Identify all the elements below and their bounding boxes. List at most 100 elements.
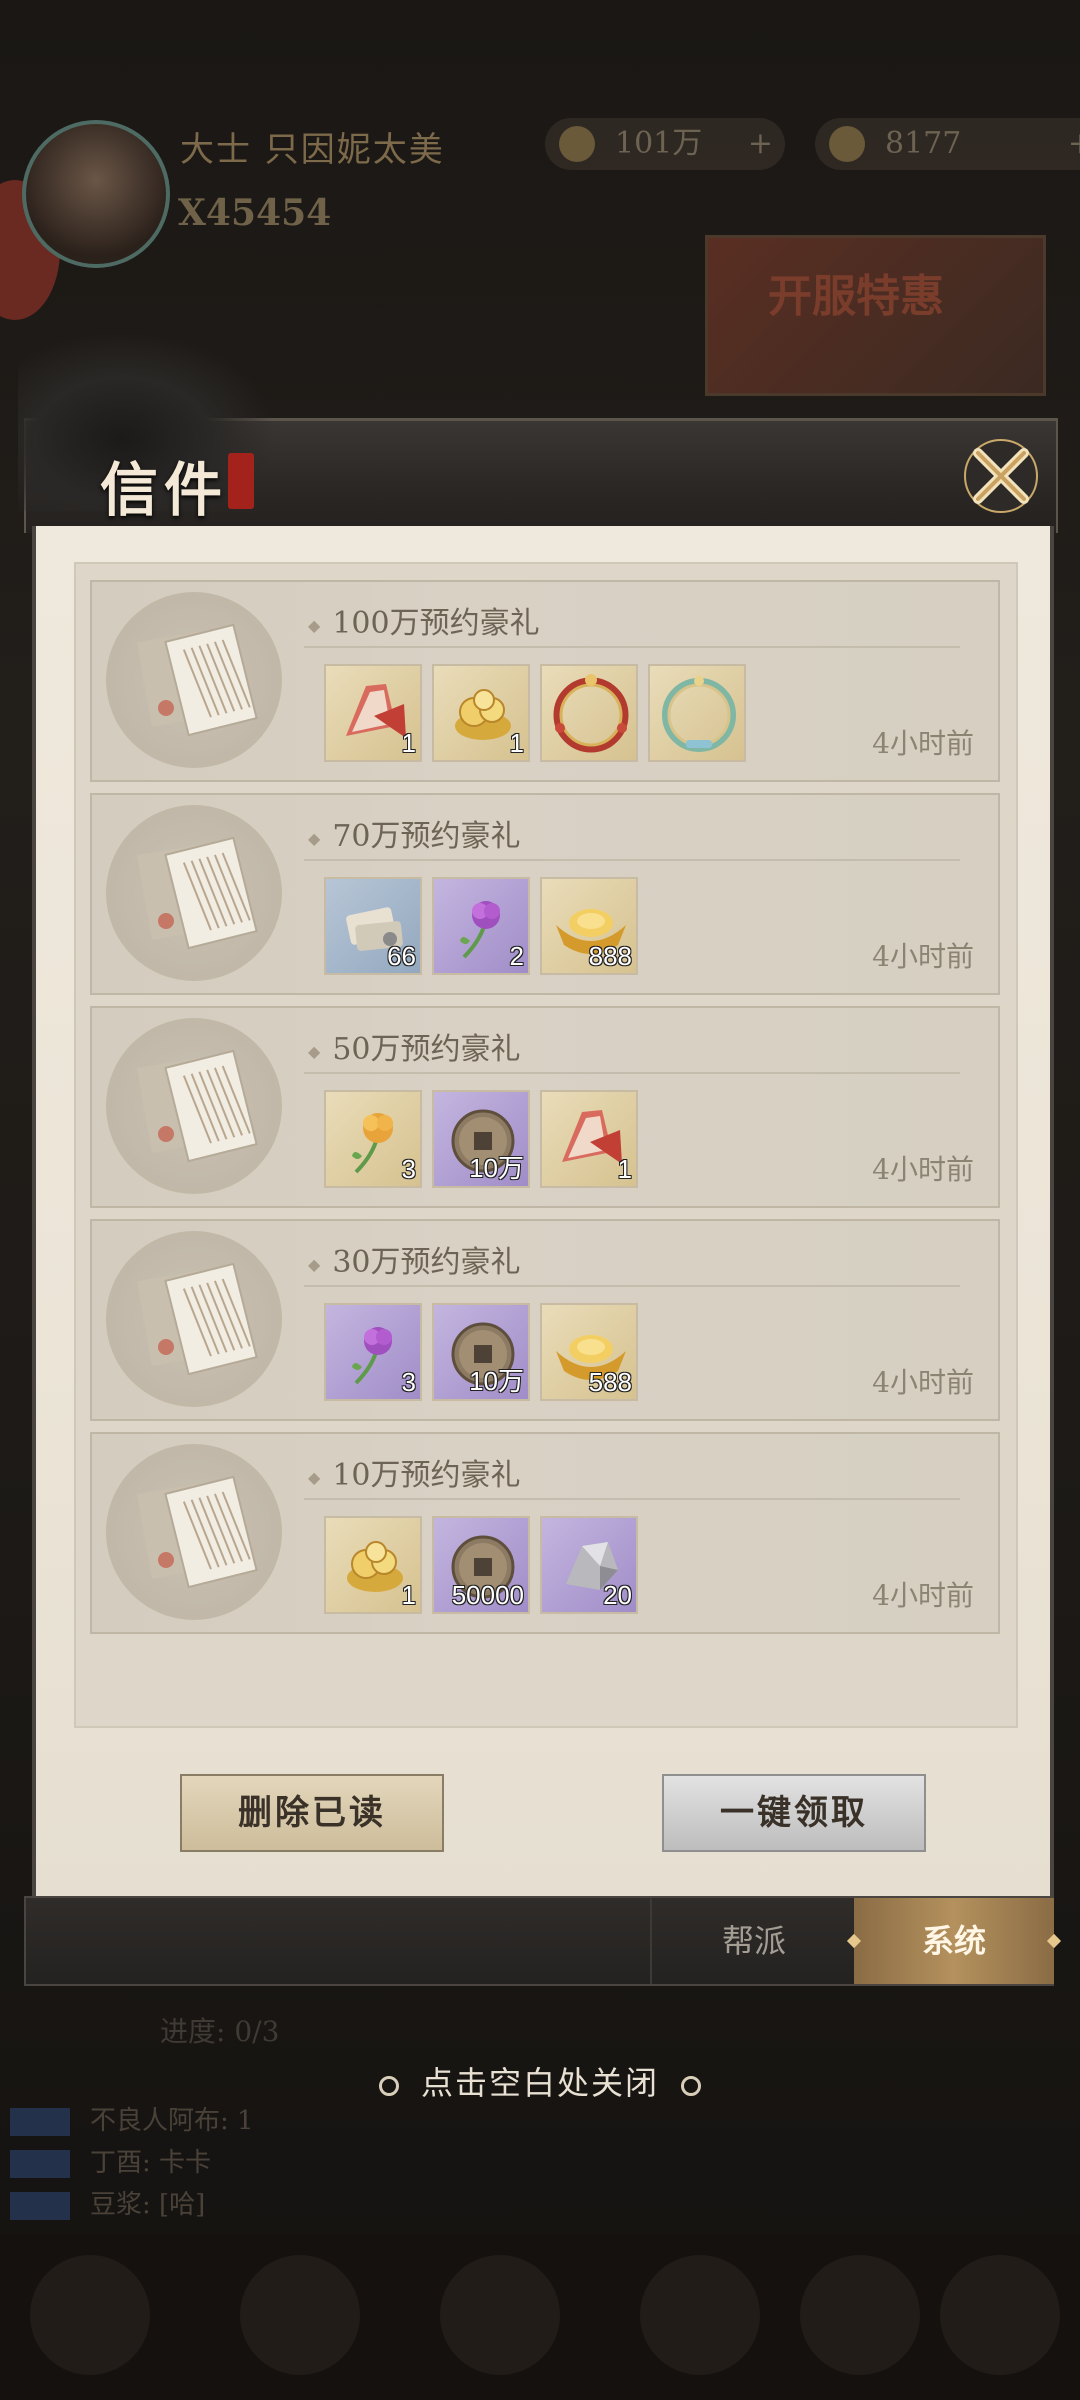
reward-list: 11 (324, 664, 746, 764)
progress-text: 进度: 0/3 (160, 2015, 280, 2048)
plus-icon: + (1068, 118, 1080, 170)
reward-list: 66 2 888 (324, 877, 638, 977)
dialog-title: 信件 (100, 456, 229, 524)
nav-icon (800, 2255, 920, 2375)
mail-dialog: 信件 100万预约豪礼114小时前70万预约豪礼6628884小时前50万预约豪… (18, 331, 1062, 1986)
nav-icon (240, 2255, 360, 2375)
mail-list[interactable]: 100万预约豪礼114小时前70万预约豪礼6628884小时前50万预约豪礼31… (74, 562, 1018, 1728)
reward-count: 1 (509, 728, 524, 758)
tab-faction[interactable]: 帮派 (650, 1898, 856, 1984)
divider (304, 1498, 960, 1500)
close-button[interactable] (960, 435, 1042, 517)
mail-item[interactable]: 50万预约豪礼 3 10万 1 4小时前 (90, 1006, 1000, 1208)
reward-count: 50000 (451, 1580, 524, 1610)
letter-icon (106, 592, 282, 768)
reward-item[interactable]: 20 (540, 1516, 638, 1614)
player-avatar (22, 120, 170, 268)
reward-count: 2 (509, 941, 524, 971)
reward-item[interactable]: 50000 (432, 1516, 530, 1614)
close-hint-text: 点击空白处关闭 (420, 2064, 659, 2102)
letter-icon (106, 1018, 282, 1194)
player-name: 大士 只因妮太美 (180, 130, 445, 170)
mail-item[interactable]: 70万预约豪礼 66 2 888 4小时前 (90, 793, 1000, 995)
mail-title: 10万预约豪礼 (308, 1450, 520, 1494)
reward-item[interactable]: 1 (540, 1090, 638, 1188)
currency-ingot-value: 8177 (885, 126, 962, 161)
reward-list: 1 50000 20 (324, 1516, 638, 1616)
reward-item[interactable] (648, 664, 746, 762)
currency-coin: 101万 + (545, 118, 785, 170)
dialog-header: 信件 (18, 331, 1058, 533)
mail-time: 4小时前 (872, 1366, 974, 1399)
reward-list: 3 10万 1 (324, 1090, 638, 1190)
reward-item[interactable]: 1 (324, 664, 422, 762)
nav-icon (440, 2255, 560, 2375)
currency-ingot: 8177 + (815, 118, 1080, 170)
reward-count: 10万 (469, 1153, 524, 1183)
close-hint[interactable]: 点击空白处关闭 (0, 2058, 1080, 2104)
mail-time: 4小时前 (872, 1153, 974, 1186)
nav-icon (940, 2255, 1060, 2375)
reward-count: 1 (617, 1154, 632, 1184)
mail-time: 4小时前 (872, 727, 974, 760)
reward-count: 3 (401, 1367, 416, 1397)
reward-count: 588 (588, 1367, 632, 1397)
reward-item[interactable]: 3 (324, 1090, 422, 1188)
reward-item[interactable]: 1 (324, 1516, 422, 1614)
divider (304, 859, 960, 861)
chat-list: 不良人阿布: 1 丁酉: 卡卡 豆浆: [哈] (10, 2100, 310, 2226)
letter-icon (106, 805, 282, 981)
red-seal-icon (228, 453, 254, 509)
mail-title: 30万预约豪礼 (308, 1237, 520, 1281)
reward-count: 1 (401, 728, 416, 758)
reward-count: 888 (588, 941, 632, 971)
reward-count: 66 (387, 941, 416, 971)
reward-count: 3 (401, 1154, 416, 1184)
event-banner: 开服特惠 (705, 235, 1046, 396)
ingot-icon (829, 126, 865, 162)
reward-count: 10万 (469, 1366, 524, 1396)
tab-system[interactable]: 系统 (846, 1898, 1062, 1984)
mail-tabbar: 帮派 系统 (24, 1896, 1062, 1986)
reward-item[interactable]: 66 (324, 877, 422, 975)
letter-icon (106, 1231, 282, 1407)
dialog-body: 100万预约豪礼114小时前70万预约豪礼6628884小时前50万预约豪礼31… (32, 526, 1054, 1896)
player-power: X45454 (178, 192, 332, 234)
delete-read-button[interactable]: 删除已读 (180, 1774, 444, 1852)
divider (304, 1072, 960, 1074)
bottom-nav (0, 2235, 1080, 2400)
mail-time: 4小时前 (872, 940, 974, 973)
chat-line: 丁酉: 卡卡 (10, 2142, 310, 2180)
chat-line: 不良人阿布: 1 (10, 2100, 310, 2138)
plus-icon: + (747, 126, 773, 161)
mail-time: 4小时前 (872, 1579, 974, 1612)
event-banner-text: 开服特惠 (768, 271, 944, 322)
reward-list: 3 10万 588 (324, 1303, 638, 1403)
mail-item[interactable]: 100万预约豪礼114小时前 (90, 580, 1000, 782)
reward-count: 20 (603, 1580, 632, 1610)
divider (304, 646, 960, 648)
reward-item[interactable]: 588 (540, 1303, 638, 1401)
reward-item[interactable]: 888 (540, 877, 638, 975)
reward-item[interactable]: 2 (432, 877, 530, 975)
coin-icon (559, 126, 595, 162)
close-icon (964, 439, 1038, 513)
circle-icon (681, 2075, 701, 2096)
divider (304, 1285, 960, 1287)
reward-item[interactable] (540, 664, 638, 762)
mail-item[interactable]: 30万预约豪礼 3 10万 588 4小时前 (90, 1219, 1000, 1421)
circle-icon (378, 2075, 399, 2096)
claim-all-button[interactable]: 一键领取 (662, 1774, 926, 1852)
mail-title: 50万预约豪礼 (308, 1024, 520, 1068)
mail-title: 70万预约豪礼 (308, 811, 520, 855)
reward-item[interactable]: 10万 (432, 1090, 530, 1188)
tab-system-label: 系统 (921, 1922, 986, 1960)
reward-item[interactable]: 3 (324, 1303, 422, 1401)
mail-item[interactable]: 10万预约豪礼 1 50000 20 4小时前 (90, 1432, 1000, 1634)
reward-item[interactable]: 1 (432, 664, 530, 762)
reward-item[interactable]: 10万 (432, 1303, 530, 1401)
mail-title: 100万预约豪礼 (308, 598, 539, 642)
letter-icon (106, 1444, 282, 1620)
chat-line: 豆浆: [哈] (10, 2184, 310, 2222)
nav-icon (30, 2255, 150, 2375)
